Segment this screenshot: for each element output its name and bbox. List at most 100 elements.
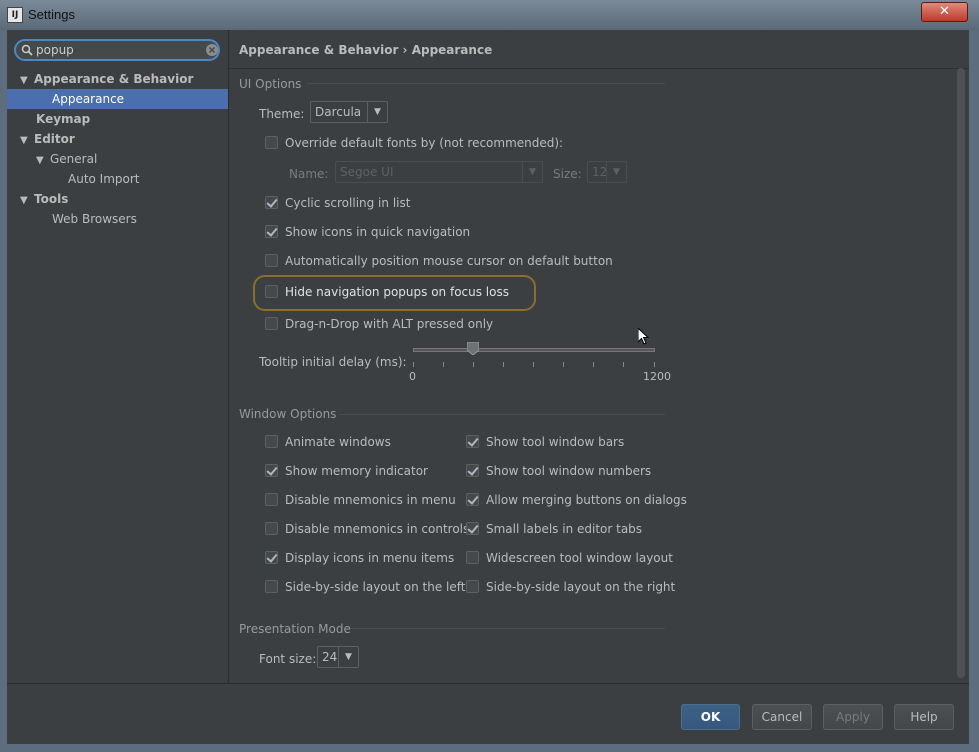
slider-tick xyxy=(413,362,414,367)
checkbox-box[interactable] xyxy=(265,551,278,564)
mouse-cursor-icon xyxy=(638,328,650,345)
dropdown-arrow-icon: ▼ xyxy=(338,647,358,667)
checkbox-label: Side-by-side layout on the right xyxy=(486,580,676,594)
clear-search-icon[interactable] xyxy=(205,43,219,57)
checkbox-box[interactable] xyxy=(466,580,479,593)
checkbox-box[interactable] xyxy=(265,225,278,238)
expand-arrow-icon[interactable]: ▼ xyxy=(20,191,34,211)
close-button[interactable]: ✕ xyxy=(921,2,968,22)
slider-tick xyxy=(623,362,624,367)
tree-item-keymap[interactable]: Keymap xyxy=(7,109,228,129)
tree-item-label: Editor xyxy=(34,132,75,146)
checkbox-box[interactable] xyxy=(265,493,278,506)
tree-item-editor[interactable]: ▼ Editor xyxy=(7,129,241,149)
search-box[interactable] xyxy=(14,39,220,61)
dialog-content: ▼Appearance & Behavior Appearance Keymap… xyxy=(7,30,969,744)
dropdown-arrow-icon: ▼ xyxy=(606,162,626,182)
settings-sidebar: ▼Appearance & Behavior Appearance Keymap… xyxy=(7,30,229,683)
slider-tick xyxy=(503,362,504,367)
checkbox-box[interactable] xyxy=(265,136,278,149)
tooltip-delay-label: Tooltip initial delay (ms): xyxy=(259,355,407,369)
presentation-font-size-value: 24 xyxy=(322,650,338,664)
font-size-value: 12 xyxy=(592,165,608,179)
scrollbar-thumb[interactable] xyxy=(957,68,965,678)
presentation-font-size-label: Font size: xyxy=(259,652,317,666)
font-name-value: Segoe UI xyxy=(340,165,394,179)
cancel-button[interactable]: Cancel xyxy=(752,704,812,730)
tree-item-label: General xyxy=(50,152,98,166)
title-bar[interactable]: IJ Settings ✕ xyxy=(0,0,979,30)
expand-arrow-icon[interactable]: ▼ xyxy=(20,131,34,151)
checkbox-label: Disable mnemonics in menu xyxy=(285,493,456,507)
font-size-dropdown[interactable]: 12 ▼ xyxy=(587,161,627,183)
tree-item-label: Appearance xyxy=(52,92,125,106)
checkbox-box[interactable] xyxy=(466,435,479,448)
help-button[interactable]: Help xyxy=(894,704,954,730)
vertical-scrollbar[interactable] xyxy=(957,68,965,678)
checkbox-label: Automatically position mouse cursor on d… xyxy=(285,254,613,268)
font-size-label: Size: xyxy=(553,167,582,181)
checkbox-box[interactable] xyxy=(265,317,278,330)
dialog-button-bar: OK Cancel Apply Help xyxy=(7,683,969,744)
checkbox-box[interactable] xyxy=(265,254,278,267)
tree-item-appearance[interactable]: Appearance xyxy=(7,89,228,109)
ok-button[interactable]: OK xyxy=(681,704,740,730)
checkbox-label: Show memory indicator xyxy=(285,464,428,478)
slider-thumb[interactable] xyxy=(467,342,479,355)
checkbox-box[interactable] xyxy=(265,196,278,209)
checkbox-label: Widescreen tool window layout xyxy=(486,551,673,565)
ui-options-title: UI Options xyxy=(239,77,302,91)
tree-item-tools[interactable]: ▼ Tools xyxy=(7,189,241,209)
checkbox-box[interactable] xyxy=(265,580,278,593)
dropdown-arrow-icon: ▼ xyxy=(367,102,387,122)
presentation-font-size-dropdown[interactable]: 24 ▼ xyxy=(317,646,359,668)
checkbox-box[interactable] xyxy=(265,285,278,298)
checkbox-box[interactable] xyxy=(466,522,479,535)
checkbox-label: Show icons in quick navigation xyxy=(285,225,471,239)
font-name-dropdown[interactable]: Segoe UI ▼ xyxy=(335,161,543,183)
section-divider xyxy=(351,628,665,629)
checkbox-label: Override default fonts by (not recommend… xyxy=(285,136,564,150)
theme-label: Theme: xyxy=(259,107,305,121)
theme-dropdown[interactable]: Darcula ▼ xyxy=(310,101,388,123)
breadcrumb-separator: › xyxy=(402,43,408,57)
checkbox-label: Cyclic scrolling in list xyxy=(285,196,411,210)
settings-panel: Appearance & Behavior › Appearance UI Op… xyxy=(229,30,969,683)
checkbox-label: Display icons in menu items xyxy=(285,551,455,565)
breadcrumb-current: Appearance xyxy=(411,43,493,57)
checkbox-label: Side-by-side layout on the left xyxy=(285,580,466,594)
tooltip-delay-slider[interactable] xyxy=(413,348,655,352)
checkbox-label: Hide navigation popups on focus loss xyxy=(285,285,509,299)
checkbox-label: Show tool window bars xyxy=(486,435,625,449)
apply-button[interactable]: Apply xyxy=(823,704,883,730)
checkbox-label: Show tool window numbers xyxy=(486,464,652,478)
expand-arrow-icon[interactable]: ▼ xyxy=(36,151,50,171)
settings-window: IJ Settings ✕ ▼Appearance & Behavior xyxy=(0,0,979,752)
checkbox-box[interactable] xyxy=(265,464,278,477)
slider-min-label: 0 xyxy=(409,370,416,383)
checkbox-label: Allow merging buttons on dialogs xyxy=(486,493,687,507)
tree-item-general[interactable]: ▼ General xyxy=(7,149,257,169)
expand-arrow-icon[interactable]: ▼ xyxy=(20,71,34,91)
tree-item-label: Keymap xyxy=(36,112,91,126)
checkbox-box[interactable] xyxy=(265,522,278,535)
window-title: Settings xyxy=(28,7,75,22)
slider-tick xyxy=(654,362,655,367)
app-icon: IJ xyxy=(7,7,23,23)
tree-item-appearance-behavior[interactable]: ▼ Appearance & Behavior xyxy=(7,69,241,89)
checkbox-box[interactable] xyxy=(265,435,278,448)
section-divider xyxy=(339,414,665,415)
tree-item-web-browsers[interactable]: Web Browsers xyxy=(7,209,228,229)
search-input[interactable] xyxy=(36,42,201,58)
presentation-mode-title: Presentation Mode xyxy=(239,622,351,636)
breadcrumb-parent: Appearance & Behavior xyxy=(239,43,399,57)
checkbox-box[interactable] xyxy=(466,493,479,506)
tree-item-label: Tools xyxy=(34,192,69,206)
slider-tick xyxy=(593,362,594,367)
tree-item-auto-import[interactable]: Auto Import xyxy=(7,169,228,189)
dropdown-arrow-icon: ▼ xyxy=(522,162,542,182)
slider-tick xyxy=(563,362,564,367)
checkbox-box[interactable] xyxy=(466,551,479,564)
checkbox-label: Drag-n-Drop with ALT pressed only xyxy=(285,317,494,331)
checkbox-box[interactable] xyxy=(466,464,479,477)
